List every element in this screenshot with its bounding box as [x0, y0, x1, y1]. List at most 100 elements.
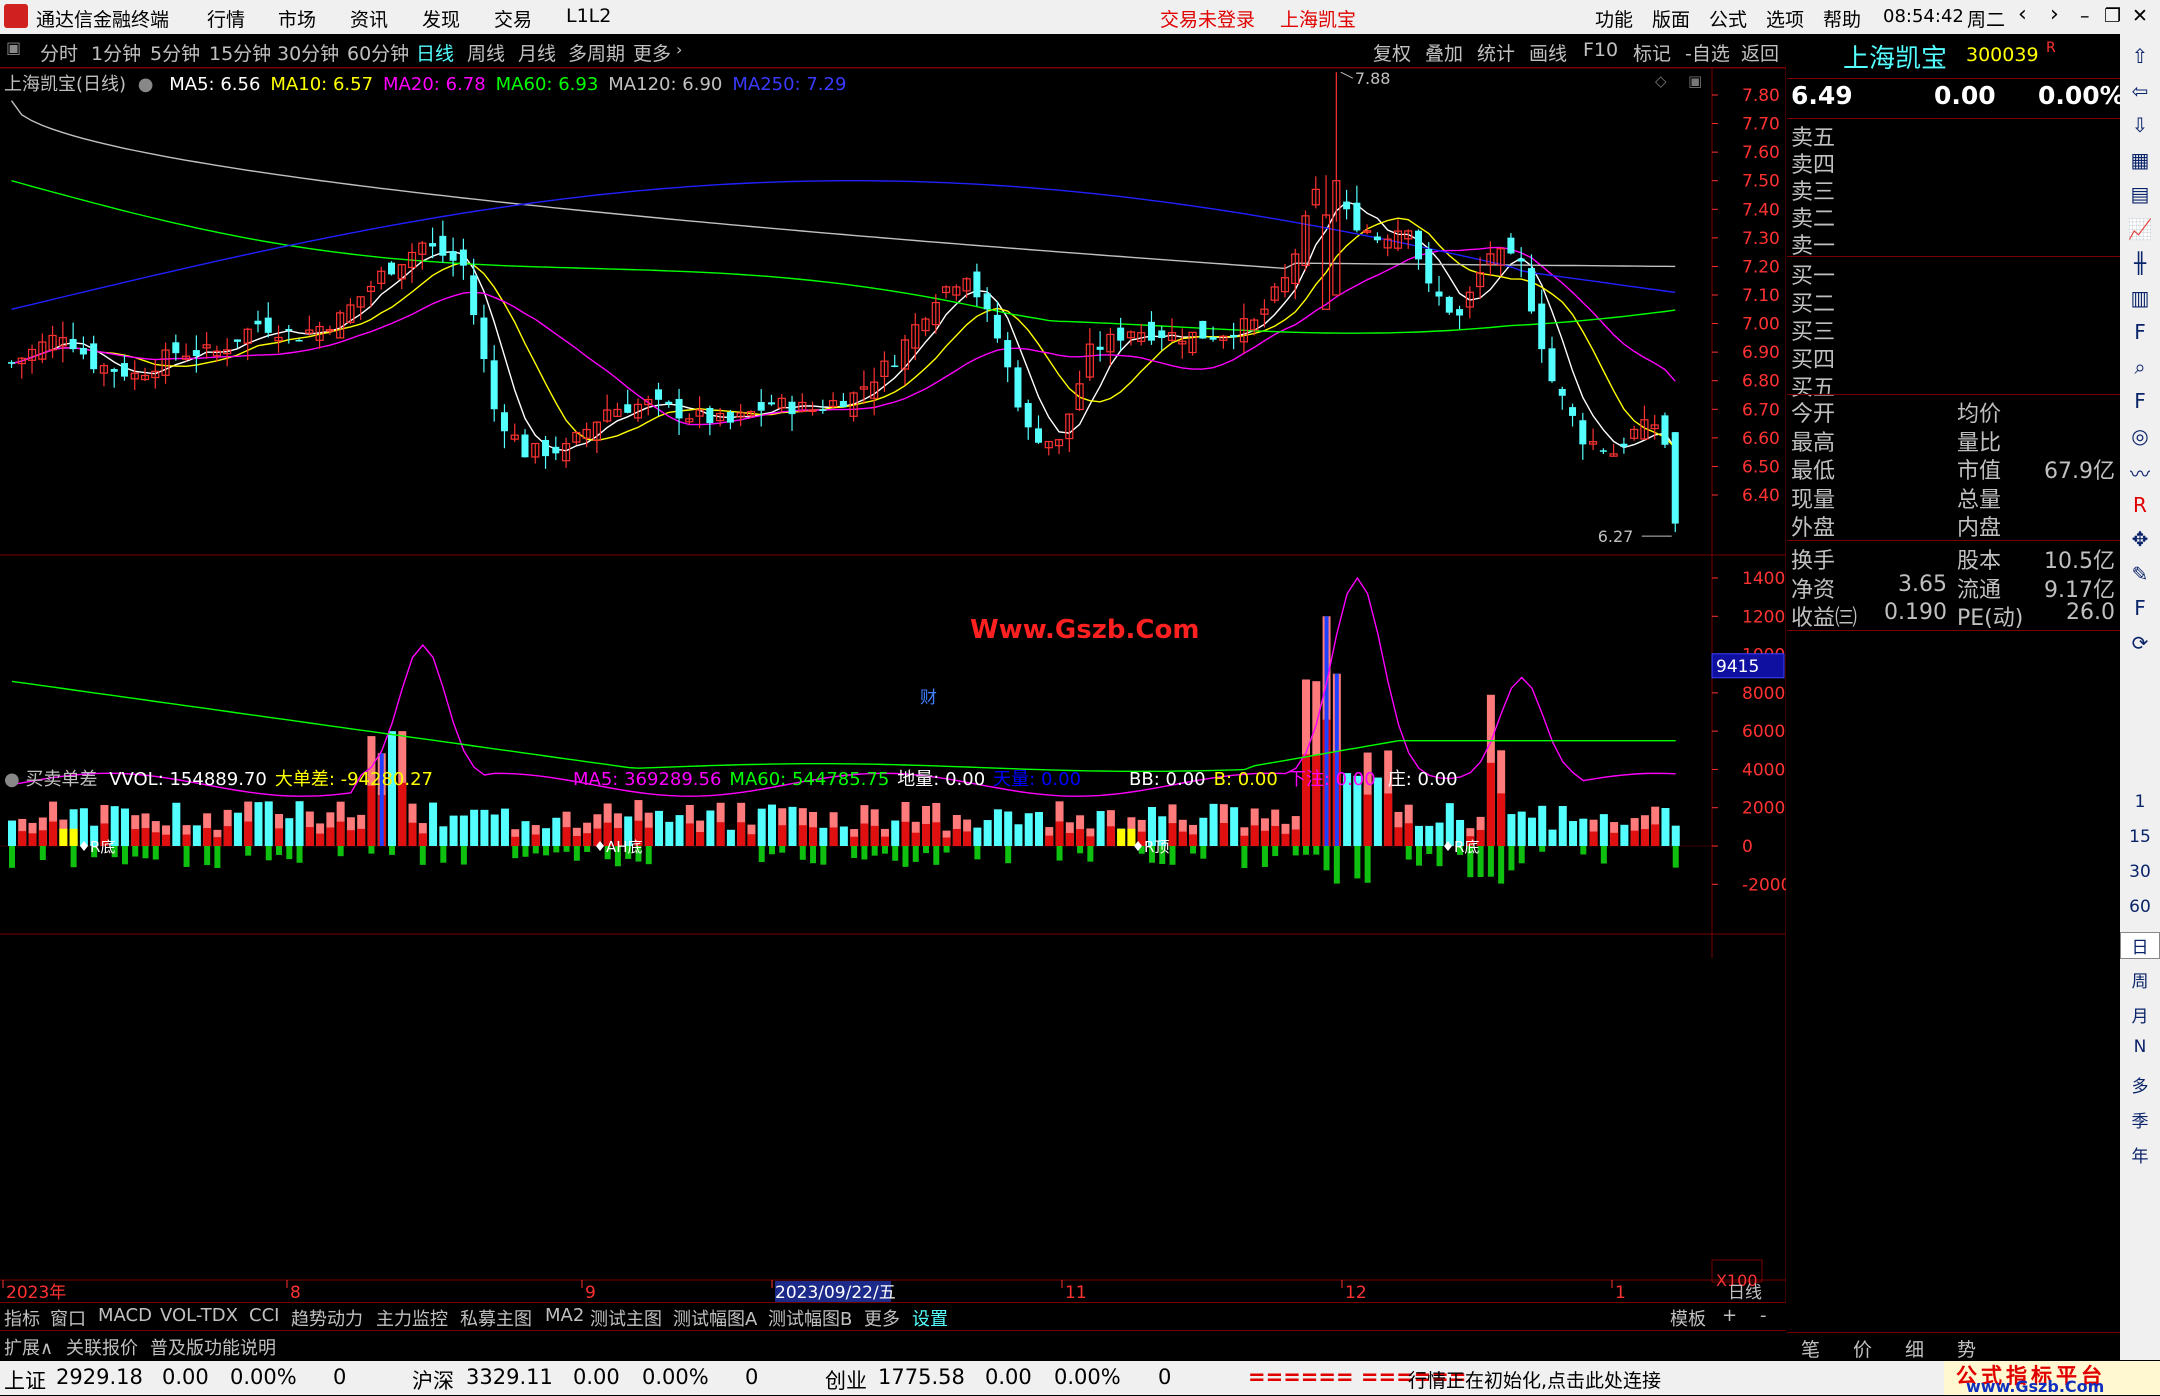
restore-icon[interactable]: ❐ [2104, 5, 2121, 27]
menu-function[interactable]: 功能 [1595, 5, 1633, 32]
tab-test-sub-b[interactable]: 测试幅图B [768, 1305, 852, 1331]
quote-tab-price[interactable]: 价 [1853, 1335, 1872, 1362]
report-icon[interactable]: ▥ [2120, 286, 2160, 310]
menu-options[interactable]: 选项 [1766, 5, 1804, 32]
side-period-5[interactable]: 周 [2120, 967, 2160, 992]
chevron-right-icon[interactable]: › [676, 40, 682, 59]
tab-test-main[interactable]: 测试主图 [590, 1305, 662, 1331]
expand-button[interactable]: 扩展∧ [4, 1334, 53, 1360]
pen-icon[interactable]: ✎ [2120, 562, 2160, 586]
side-period-6[interactable]: 月 [2120, 1002, 2160, 1027]
menu-news[interactable]: 资讯 [350, 5, 388, 32]
f12-icon[interactable]: F [2120, 389, 2160, 413]
settings-circle-icon[interactable]: ● [138, 74, 154, 95]
quote-tab-trend[interactable]: 势 [1957, 1335, 1976, 1362]
arrow-up-icon[interactable]: ⇧ [2120, 44, 2160, 68]
finance-marker[interactable]: 财 [920, 688, 937, 708]
index-cy-name[interactable]: 创业 [825, 1365, 867, 1395]
menu-discover[interactable]: 发现 [422, 5, 460, 32]
move-icon[interactable]: ✥ [2120, 527, 2160, 551]
f10-icon[interactable]: F [2120, 320, 2160, 344]
period-30min[interactable]: 30分钟 [277, 39, 339, 66]
tool-stats[interactable]: 统计 [1477, 39, 1515, 66]
circle-icon[interactable]: ◎ [2120, 424, 2160, 448]
side-period-1[interactable]: 15 [2120, 827, 2160, 847]
forward-arrow-icon[interactable]: › [2050, 2, 2059, 27]
index-sh-name[interactable]: 上证 [4, 1365, 46, 1395]
f5-icon[interactable]: F [2120, 596, 2160, 620]
menu-layout[interactable]: 版面 [1652, 5, 1690, 32]
template-button[interactable]: 模板 [1670, 1305, 1706, 1331]
kline-chart-area[interactable]: 7.80 7.70 7.60 7.50 7.40 7.30 7.20 7.10 7.00 6.90… [0, 68, 1786, 1302]
tool-f10[interactable]: F10 [1583, 39, 1618, 61]
menu-l1l2[interactable]: L1L2 [566, 5, 611, 27]
close-icon[interactable]: ✕ [2132, 5, 2148, 27]
quote-tab-detail[interactable]: 细 [1905, 1335, 1924, 1362]
tab-macd[interactable]: MACD [98, 1305, 152, 1326]
window-icon[interactable]: ▣ [1688, 72, 1702, 90]
period-monthly[interactable]: 月线 [518, 39, 556, 66]
period-5min[interactable]: 5分钟 [150, 39, 200, 66]
tool-overlay[interactable]: 叠加 [1425, 39, 1463, 66]
tab-window[interactable]: 窗口 [50, 1305, 86, 1331]
zoom-out-button[interactable]: - [1760, 1305, 1767, 1326]
menu-quotes[interactable]: 行情 [207, 5, 245, 32]
refresh-icon[interactable]: ⟳ [2120, 631, 2160, 655]
tool-back[interactable]: 返回 [1741, 39, 1779, 66]
panel-toggle-icon[interactable]: ▣ [6, 38, 21, 57]
side-period-9[interactable]: 季 [2120, 1107, 2160, 1132]
tab-settings[interactable]: 设置 [912, 1305, 948, 1331]
period-intraday[interactable]: 分时 [40, 39, 78, 66]
period-multi[interactable]: 多周期 [568, 39, 625, 66]
tab-more[interactable]: 更多 [864, 1305, 900, 1331]
tool-mark[interactable]: 标记 [1633, 39, 1671, 66]
period-more[interactable]: 更多 [633, 39, 671, 66]
quote-tab-ticks[interactable]: 笔 [1801, 1335, 1820, 1362]
tab-private-main[interactable]: 私募主图 [460, 1305, 532, 1331]
tab-indicator[interactable]: 指标 [4, 1305, 40, 1331]
search-icon[interactable]: ⌕ [2120, 355, 2160, 379]
tab-trend-power[interactable]: 趋势动力 [291, 1305, 363, 1331]
tool-remove-favorite[interactable]: -自选 [1685, 39, 1730, 66]
tab-cci[interactable]: CCI [249, 1305, 279, 1326]
diamond-icon[interactable]: ◇ [1655, 72, 1667, 90]
tab-ma2[interactable]: MA2 [545, 1305, 584, 1326]
period-weekly[interactable]: 周线 [467, 39, 505, 66]
tab-vol-tdx[interactable]: VOL-TDX [160, 1305, 238, 1326]
rsi-chart-icon[interactable]: 〰 [2120, 458, 2160, 487]
arrow-left-icon[interactable]: ⇦ [2120, 79, 2160, 103]
menu-help[interactable]: 帮助 [1823, 5, 1861, 32]
side-period-2[interactable]: 30 [2120, 862, 2160, 882]
tool-fuquan[interactable]: 复权 [1373, 39, 1411, 66]
menu-trade[interactable]: 交易 [494, 5, 532, 32]
table-icon[interactable]: ▤ [2120, 182, 2160, 206]
side-period-0[interactable]: 1 [2120, 792, 2160, 812]
period-daily[interactable]: 日线 [416, 39, 454, 66]
side-period-3[interactable]: 60 [2120, 897, 2160, 917]
period-1min[interactable]: 1分钟 [91, 39, 141, 66]
connection-message[interactable]: 行情正在初始化,点击此处连接 [1408, 1366, 1661, 1393]
related-quotes-button[interactable]: 关联报价 [66, 1334, 138, 1360]
rsi-icon[interactable]: R [2120, 493, 2160, 517]
kline-icon[interactable]: ╫ [2120, 251, 2160, 275]
line-chart-icon[interactable]: 📈 [2120, 217, 2160, 241]
side-period-10[interactable]: 年 [2120, 1142, 2160, 1167]
tab-main-monitor[interactable]: 主力监控 [376, 1305, 448, 1331]
edition-info-button[interactable]: 普及版功能说明 [150, 1334, 276, 1360]
period-60min[interactable]: 60分钟 [347, 39, 409, 66]
grid-icon[interactable]: ▦ [2120, 148, 2160, 172]
side-period-7[interactable]: N [2120, 1037, 2160, 1057]
trade-status[interactable]: 交易未登录 [1160, 5, 1255, 32]
tool-draw[interactable]: 画线 [1529, 39, 1567, 66]
index-hs-name[interactable]: 沪深 [412, 1365, 454, 1395]
sub-settings-circle-icon[interactable]: ● [4, 769, 20, 790]
menu-formula[interactable]: 公式 [1709, 5, 1747, 32]
arrow-down-icon[interactable]: ⇩ [2120, 113, 2160, 137]
side-period-4[interactable]: 日 [2120, 932, 2160, 959]
back-arrow-icon[interactable]: ‹ [2018, 2, 2027, 27]
minimize-icon[interactable]: – [2080, 5, 2090, 27]
menu-market[interactable]: 市场 [278, 5, 316, 32]
tab-test-sub-a[interactable]: 测试幅图A [673, 1305, 757, 1331]
period-15min[interactable]: 15分钟 [209, 39, 271, 66]
side-period-8[interactable]: 多 [2120, 1072, 2160, 1097]
